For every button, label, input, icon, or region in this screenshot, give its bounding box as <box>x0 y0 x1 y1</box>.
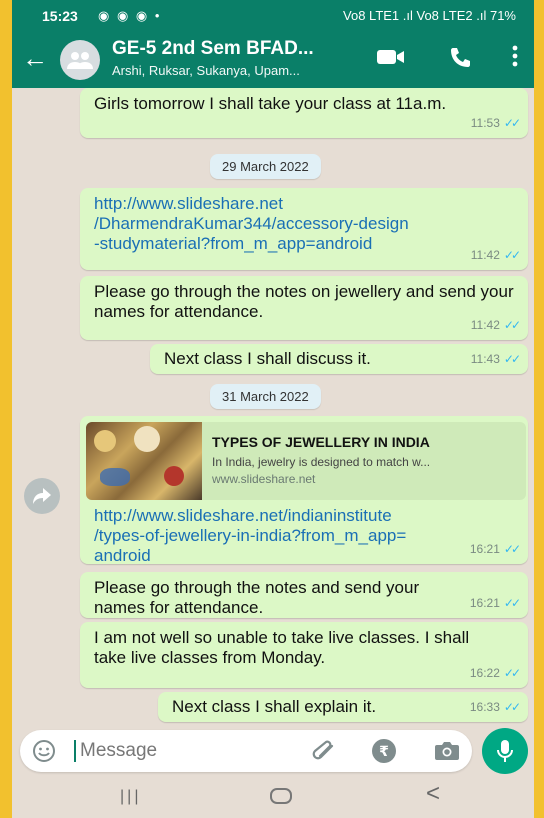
message-meta: 16:21 ✓✓ <box>469 539 521 559</box>
nav-back-icon[interactable]: < <box>426 780 440 808</box>
text-cursor <box>74 740 76 762</box>
message-bubble[interactable]: Please go through the notes and send you… <box>80 572 528 618</box>
message-compose-bar: ₹ <box>20 730 472 772</box>
message-bubble[interactable]: Next class I shall explain it. 16:33 ✓✓ <box>158 692 528 722</box>
message-time: 11:42 <box>470 248 500 262</box>
status-time: 15:23 <box>42 8 78 24</box>
more-options-icon[interactable] <box>512 44 518 73</box>
signal-battery-status: Vo8 LTE1 .ıl Vo8 LTE2 .ıl 71% <box>343 8 516 23</box>
whatsapp-chat-screen: 15:23 ◉ ◉ ◉ • Vo8 LTE1 .ıl Vo8 LTE2 .ıl … <box>12 0 534 818</box>
message-bubble[interactable]: I am not well so unable to take live cla… <box>80 622 528 688</box>
video-call-icon[interactable] <box>376 46 406 73</box>
preview-thumbnail <box>86 422 202 500</box>
attach-icon[interactable] <box>312 740 338 767</box>
message-time: 16:22 <box>469 666 500 680</box>
microphone-icon <box>497 740 513 762</box>
message-meta: 16:22 ✓✓ <box>469 663 521 683</box>
read-ticks-icon: ✓✓ <box>503 542 521 556</box>
read-ticks-icon: ✓✓ <box>503 666 521 680</box>
chat-participants[interactable]: Arshi, Ruksar, Sukanya, Upam... <box>112 63 300 78</box>
voice-call-icon[interactable] <box>448 46 472 75</box>
read-ticks-icon: ✓✓ <box>503 116 521 130</box>
read-ticks-icon: ✓✓ <box>503 596 521 610</box>
message-time: 16:21 <box>469 596 500 610</box>
chat-title[interactable]: GE-5 2nd Sem BFAD... <box>112 38 314 60</box>
back-arrow-icon[interactable]: ← <box>22 44 48 72</box>
message-meta: 11:53 ✓✓ <box>470 113 521 133</box>
message-time: 11:42 <box>470 318 500 332</box>
message-text: Please go through the notes and send you… <box>94 578 420 617</box>
message-input[interactable] <box>80 736 280 766</box>
read-ticks-icon: ✓✓ <box>503 352 521 366</box>
message-text: Next class I shall discuss it. <box>164 349 371 368</box>
emoji-icon[interactable] <box>32 739 56 768</box>
camera-icon[interactable] <box>434 740 460 767</box>
group-avatar[interactable] <box>60 40 100 80</box>
link-preview-card[interactable]: TYPES OF JEWELLERY IN INDIA In India, je… <box>86 422 526 500</box>
message-time: 16:21 <box>469 542 500 556</box>
message-time: 11:43 <box>470 352 500 366</box>
date-divider: 31 March 2022 <box>210 384 321 409</box>
message-text: Next class I shall explain it. <box>172 697 377 716</box>
preview-domain: www.slideshare.net <box>212 472 316 486</box>
message-time: 16:33 <box>469 700 500 714</box>
message-bubble[interactable]: Next class I shall discuss it. 11:43 ✓✓ <box>150 344 528 374</box>
read-ticks-icon: ✓✓ <box>503 248 521 262</box>
top-bar: 15:23 ◉ ◉ ◉ • Vo8 LTE1 .ıl Vo8 LTE2 .ıl … <box>12 0 534 88</box>
message-meta: 11:43 ✓✓ <box>470 349 521 369</box>
payment-icon[interactable]: ₹ <box>372 739 396 763</box>
message-list[interactable]: Girls tomorrow I shall take your class a… <box>12 88 534 728</box>
read-ticks-icon: ✓✓ <box>503 700 521 714</box>
notification-icons: ◉ ◉ ◉ • <box>98 8 162 23</box>
message-text: I am not well so unable to take live cla… <box>94 628 470 667</box>
link-preview-message[interactable]: TYPES OF JEWELLERY IN INDIA In India, je… <box>80 416 528 566</box>
message-text: Please go through the notes on jewellery… <box>94 282 514 321</box>
message-meta: 16:33 ✓✓ <box>469 697 521 717</box>
read-ticks-icon: ✓✓ <box>503 318 521 332</box>
chat-app-bar: ← GE-5 2nd Sem BFAD... Arshi, Ruksar, Su… <box>12 32 534 88</box>
group-icon <box>67 52 93 69</box>
message-bubble[interactable]: http://www.slideshare.net/DharmendraKuma… <box>80 188 528 270</box>
message-link[interactable]: http://www.slideshare.net/DharmendraKuma… <box>94 194 518 254</box>
system-navigation-bar: ||| < <box>12 776 534 818</box>
message-time: 11:53 <box>470 116 500 130</box>
message-bubble[interactable]: Girls tomorrow I shall take your class a… <box>80 88 528 138</box>
forward-icon[interactable] <box>24 478 60 514</box>
message-text: Girls tomorrow I shall take your class a… <box>94 94 447 113</box>
message-meta: 11:42 ✓✓ <box>470 315 521 335</box>
preview-title: TYPES OF JEWELLERY IN INDIA <box>212 434 430 450</box>
message-meta: 11:42 ✓✓ <box>470 245 521 265</box>
message-bubble[interactable]: Please go through the notes on jewellery… <box>80 276 528 340</box>
recent-apps-icon[interactable]: ||| <box>120 788 141 806</box>
voice-record-button[interactable] <box>482 728 528 774</box>
message-link[interactable]: http://www.slideshare.net/indianinstitut… <box>94 506 518 566</box>
home-icon[interactable] <box>270 788 292 804</box>
status-bar: 15:23 ◉ ◉ ◉ • Vo8 LTE1 .ıl Vo8 LTE2 .ıl … <box>12 0 534 32</box>
date-divider: 29 March 2022 <box>210 154 321 179</box>
message-meta: 16:21 ✓✓ <box>469 593 521 613</box>
